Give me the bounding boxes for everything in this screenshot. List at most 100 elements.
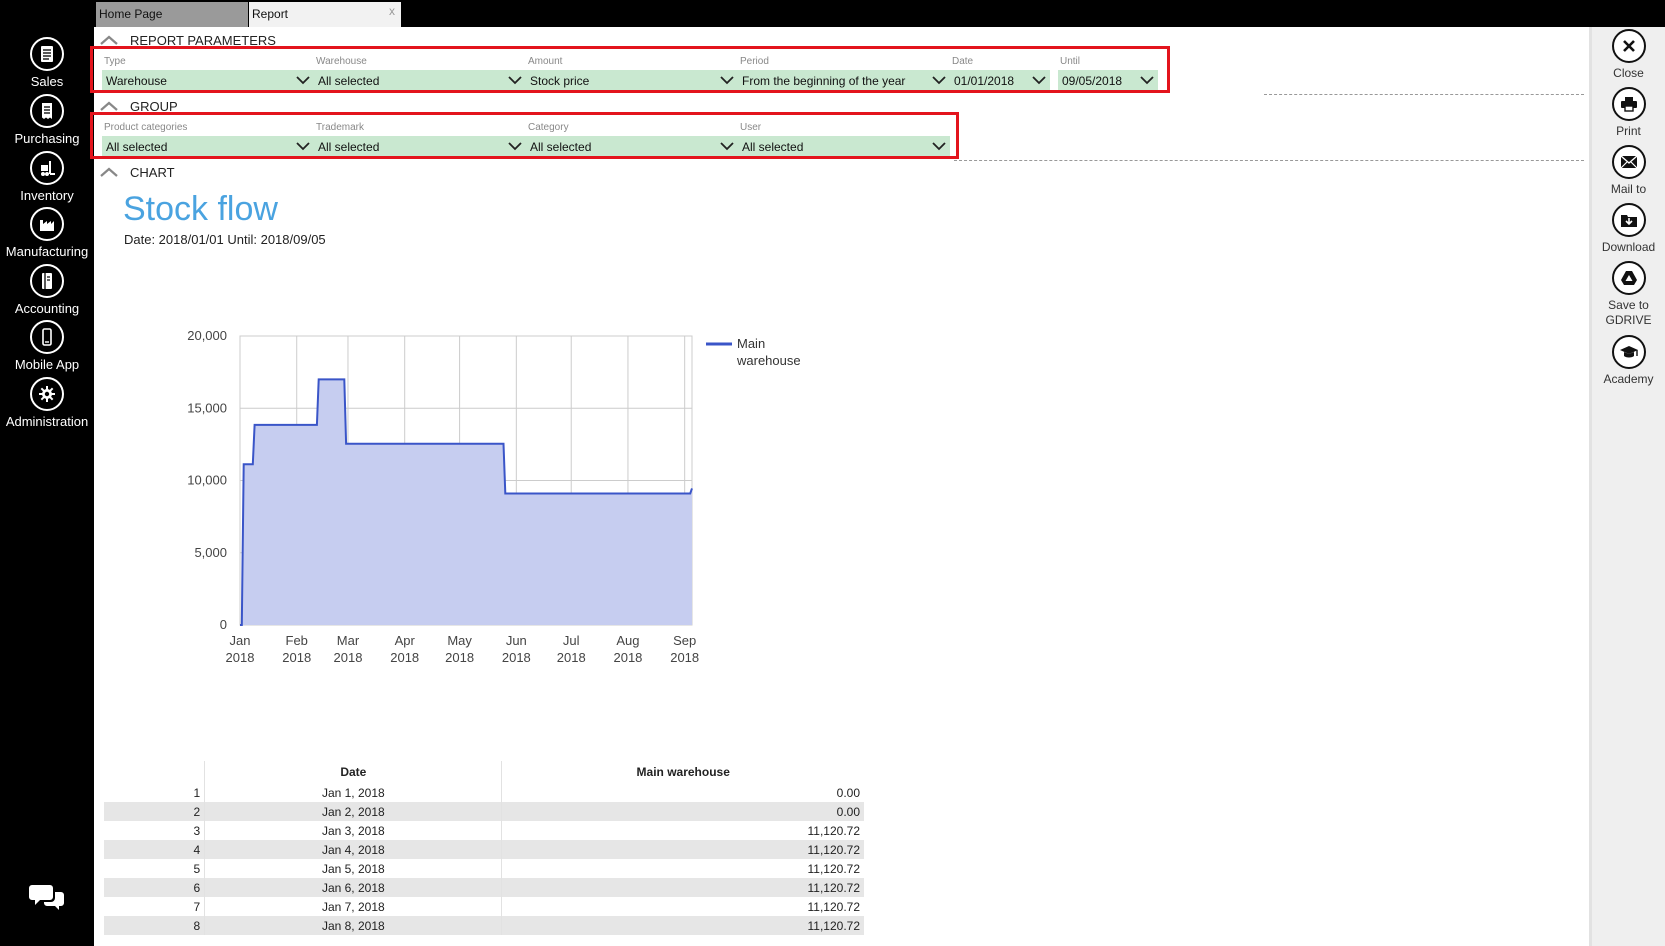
stock-flow-chart: 20,000 15,000 10,000 5,000 0 Jan 2018 Feb 2018 M… — [187, 328, 801, 665]
y-tick-label: 0 — [220, 617, 227, 632]
value-cell: 11,120.72 — [501, 859, 864, 878]
tool-label: Download — [1601, 240, 1656, 254]
table-header-row: Date Main warehouse — [104, 761, 864, 783]
report-content: REPORT PARAMETERS Type Warehouse Warehou… — [90, 27, 1589, 946]
tool-label: Mail to — [1610, 182, 1647, 196]
download-icon — [1611, 203, 1646, 237]
y-axis-ticks: 20,000 15,000 10,000 5,000 0 — [187, 328, 227, 632]
chart-legend: Main warehouse — [706, 336, 801, 368]
legend-label: Main — [737, 336, 765, 351]
sidebar: Sales Purchasing Inventory Manufacturing… — [0, 0, 94, 946]
sidebar-item-label: Mobile App — [14, 357, 80, 372]
row-number-cell: 7 — [193, 899, 201, 914]
sidebar-item-mobile-app[interactable]: Mobile App — [0, 320, 94, 372]
data-table: Date Main warehouse 1 Jan 1, 2018 0.00 2 Jan… — [104, 761, 864, 935]
sidebar-item-accounting[interactable]: Accounting — [0, 264, 94, 316]
value-cell: 11,120.72 — [501, 840, 864, 859]
x-tick-label: Jul — [563, 633, 580, 648]
forklift-icon — [30, 151, 64, 185]
y-tick-label: 20,000 — [187, 328, 227, 343]
x-tick-label: Mar — [337, 633, 360, 648]
sidebar-item-label: Inventory — [20, 188, 74, 203]
column-header[interactable]: Date — [204, 761, 502, 783]
sidebar-item-label: Accounting — [14, 301, 80, 316]
x-tick-year-label: 2018 — [334, 650, 363, 665]
factory-icon — [30, 207, 64, 241]
x-tick-label: Apr — [395, 633, 416, 648]
tool-label: Save to GDRIVE — [1605, 298, 1652, 327]
sidebar-item-label: Administration — [5, 414, 89, 429]
tab-home-page[interactable]: Home Page — [96, 2, 248, 27]
y-tick-label: 5,000 — [194, 545, 227, 560]
date-cell: Jan 2, 2018 — [204, 802, 502, 821]
row-number-cell: 5 — [193, 861, 201, 876]
print-button[interactable]: Print — [1592, 87, 1665, 139]
section-divider — [954, 160, 1584, 161]
row-number-cell: 2 — [104, 802, 205, 821]
sidebar-item-sales[interactable]: Sales — [0, 37, 94, 89]
chat-icon[interactable] — [29, 882, 65, 917]
mail-to-button[interactable]: Mail to — [1592, 145, 1665, 197]
x-tick-year-label: 2018 — [613, 650, 642, 665]
save-to-gdrive-button[interactable]: Save to GDRIVE — [1592, 261, 1665, 328]
download-button[interactable]: Download — [1592, 203, 1665, 255]
y-tick-label: 10,000 — [187, 473, 227, 488]
date-cell: Jan 5, 2018 — [204, 859, 502, 878]
tool-label: Close — [1613, 66, 1644, 80]
row-number-cell: 3 — [193, 823, 201, 838]
tab-close-icon[interactable]: x — [389, 0, 395, 24]
date-cell: Jan 4, 2018 — [204, 840, 502, 859]
tab-bar: Home Page Report x — [94, 0, 1665, 27]
row-number-cell: 8 — [104, 916, 205, 935]
x-tick-label: Sep — [673, 633, 696, 648]
graduation-cap-icon — [1611, 335, 1646, 369]
receipt-icon — [30, 94, 64, 128]
print-icon — [1611, 87, 1646, 121]
date-cell: Jan 8, 2018 — [204, 916, 502, 935]
sidebar-item-purchasing[interactable]: Purchasing — [0, 94, 94, 146]
x-axis-ticks: Jan 2018 Feb 2018 Mar 2018 Apr 2018 May 2018 Jun 20… — [226, 633, 700, 665]
row-number-cell: 4 — [104, 840, 205, 859]
ledger-icon — [30, 264, 64, 298]
table-row[interactable]: 2 Jan 2, 2018 0.00 — [104, 802, 864, 821]
x-tick-year-label: 2018 — [670, 650, 699, 665]
column-header[interactable] — [104, 761, 205, 783]
x-tick-year-label: 2018 — [226, 650, 255, 665]
x-tick-label: Jun — [506, 633, 527, 648]
table-row[interactable]: 6 Jan 6, 2018 11,120.72 — [104, 878, 864, 897]
x-tick-label: Jan — [230, 633, 251, 648]
sidebar-item-administration[interactable]: Administration — [0, 377, 94, 429]
close-icon — [1611, 29, 1646, 63]
table-row[interactable]: 5 Jan 5, 2018 11,120.72 — [104, 859, 864, 878]
legend-label: warehouse — [736, 353, 801, 368]
date-cell: Jan 6, 2018 — [204, 878, 502, 897]
sidebar-item-inventory[interactable]: Inventory — [0, 151, 94, 203]
row-number-cell: 6 — [104, 878, 205, 897]
sidebar-item-manufacturing[interactable]: Manufacturing — [0, 207, 94, 259]
tab-label: Home Page — [99, 7, 163, 21]
table-row[interactable]: 8 Jan 8, 2018 11,120.72 — [104, 916, 864, 935]
value-cell: 11,120.72 — [501, 897, 864, 916]
table-row[interactable]: 7 Jan 7, 2018 11,120.72 — [104, 897, 864, 916]
table-row[interactable]: 1 Jan 1, 2018 0.00 — [104, 783, 864, 802]
x-tick-label: Aug — [616, 633, 639, 648]
sidebar-item-label: Manufacturing — [5, 244, 89, 259]
column-header[interactable]: Main warehouse — [501, 761, 864, 783]
x-tick-year-label: 2018 — [502, 650, 531, 665]
tool-label: Print — [1616, 124, 1641, 138]
x-tick-label: Feb — [286, 633, 308, 648]
date-cell: Jan 1, 2018 — [204, 783, 502, 802]
sidebar-item-label: Purchasing — [14, 131, 80, 146]
sidebar-item-label: Sales — [30, 74, 64, 89]
mail-icon — [1611, 145, 1646, 179]
tab-report[interactable]: Report x — [249, 2, 401, 27]
x-tick-year-label: 2018 — [557, 650, 586, 665]
close-button[interactable]: Close — [1592, 29, 1665, 81]
table-row[interactable]: 4 Jan 4, 2018 11,120.72 — [104, 840, 864, 859]
date-cell: Jan 3, 2018 — [204, 821, 502, 840]
value-cell: 11,120.72 — [501, 916, 864, 935]
table-row[interactable]: 3 Jan 3, 2018 11,120.72 — [104, 821, 864, 840]
academy-button[interactable]: Academy — [1592, 335, 1665, 387]
google-drive-icon — [1611, 261, 1646, 295]
value-cell: 0.00 — [501, 802, 864, 821]
